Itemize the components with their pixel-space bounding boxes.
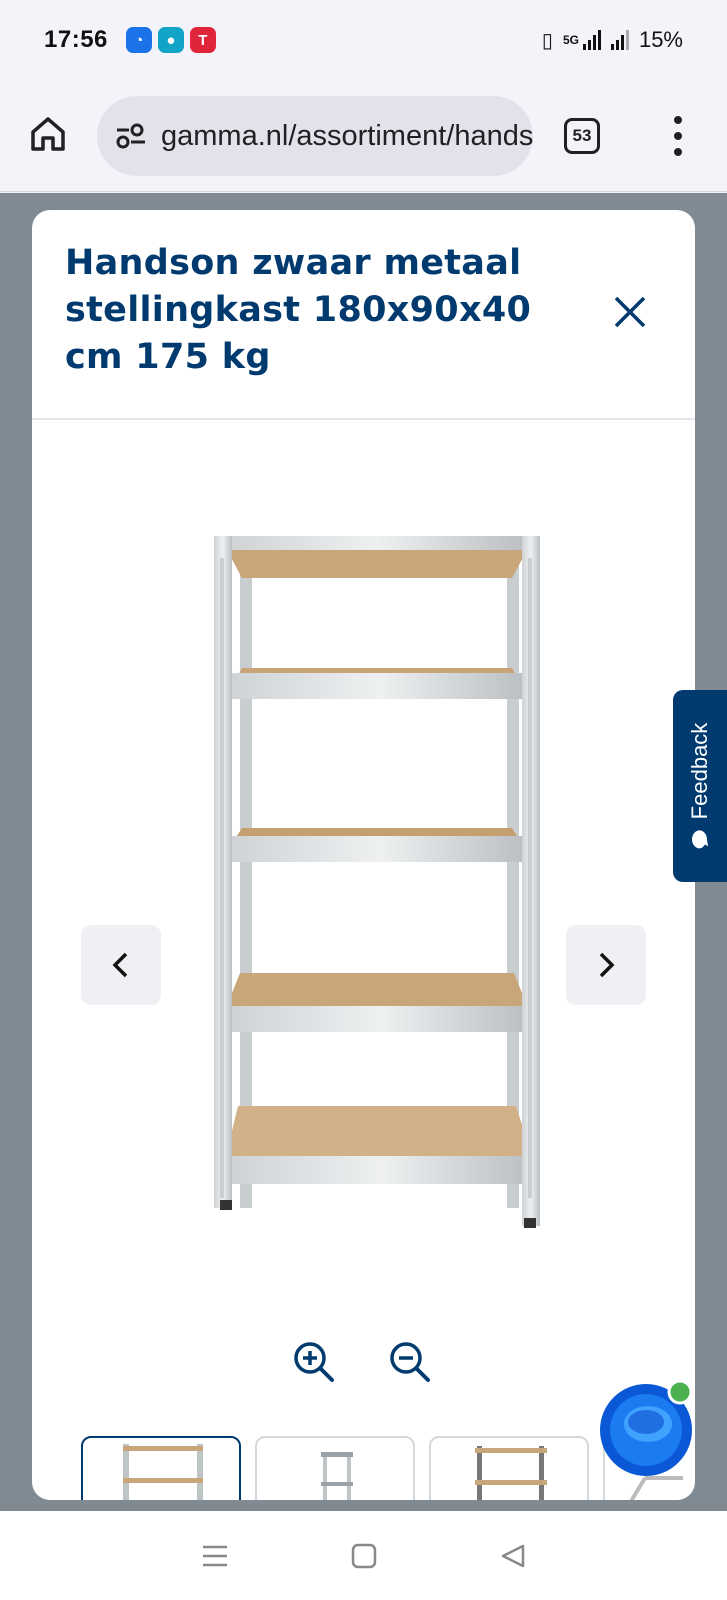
zoom-out-button[interactable]: [388, 1340, 432, 1384]
thumbnail-1[interactable]: [81, 1436, 241, 1500]
close-icon: [614, 296, 646, 328]
menu-dot: [674, 148, 682, 156]
signal-icon-2: [610, 30, 629, 50]
zoom-in-button[interactable]: [292, 1340, 336, 1384]
chat-assistant-icon: [600, 1379, 693, 1476]
modal-header: Handson zwaar metaal stellingkast 180x90…: [32, 210, 695, 420]
status-indicators: ▯ 5G 15%: [542, 27, 683, 53]
system-navigation-bar: [0, 1511, 727, 1600]
feedback-label-wrap: Feedback: [687, 723, 713, 850]
zoom-in-icon: [294, 1342, 334, 1382]
zoom-out-icon: [390, 1342, 430, 1382]
chevron-left-icon: [112, 952, 128, 978]
battery-level: 15%: [638, 27, 683, 52]
previous-image-button[interactable]: [81, 925, 161, 1005]
menu-dot: [674, 116, 682, 124]
vibrate-icon: ▯: [541, 29, 553, 52]
address-bar[interactable]: gamma.nl/assortiment/handson: [97, 96, 533, 176]
feedback-label: Feedback: [687, 722, 712, 820]
status-bar: 17:56 ◔ ● T ▯ 5G 15%: [0, 0, 727, 80]
thumbnail-image: [475, 1446, 547, 1500]
site-settings-icon[interactable]: [115, 123, 147, 149]
tesla-app-icon: T: [189, 27, 216, 53]
home-icon: [31, 117, 65, 151]
browser-menu-button[interactable]: [672, 116, 684, 156]
status-time: 17:56: [44, 26, 108, 53]
thumbnail-image: [321, 1452, 353, 1500]
thumbnail-3[interactable]: [429, 1436, 589, 1500]
messenger-app-icon: ●: [157, 27, 184, 53]
next-image-button[interactable]: [566, 925, 646, 1005]
modal-title: Handson zwaar metaal stellingkast 180x90…: [65, 243, 532, 377]
url-text: gamma.nl/assortiment/handson: [161, 119, 533, 152]
product-image-modal: Handson zwaar metaal stellingkast 180x90…: [32, 210, 695, 1500]
chat-widget-button[interactable]: [598, 1379, 694, 1476]
browser-toolbar: gamma.nl/assortiment/handson 53: [0, 80, 727, 192]
home-nav-icon[interactable]: [350, 1542, 378, 1570]
menu-dot: [674, 132, 682, 140]
back-nav-icon[interactable]: [499, 1542, 527, 1570]
feedback-tab[interactable]: Feedback: [673, 690, 727, 882]
chevron-right-icon: [599, 952, 615, 978]
chat-bubble-icon: [692, 830, 708, 849]
clock-app-icon: ◔: [125, 27, 152, 53]
home-button[interactable]: [28, 114, 68, 154]
thumbnail-2[interactable]: [255, 1436, 415, 1500]
thumbnail-image: [123, 1444, 203, 1500]
recent-apps-icon[interactable]: [201, 1543, 229, 1569]
network-type: 5G: [562, 33, 579, 47]
signal-icon-1: [582, 30, 601, 50]
tab-switcher-button[interactable]: 53: [564, 118, 600, 154]
product-image[interactable]: [182, 528, 572, 1240]
close-button[interactable]: [610, 292, 650, 332]
